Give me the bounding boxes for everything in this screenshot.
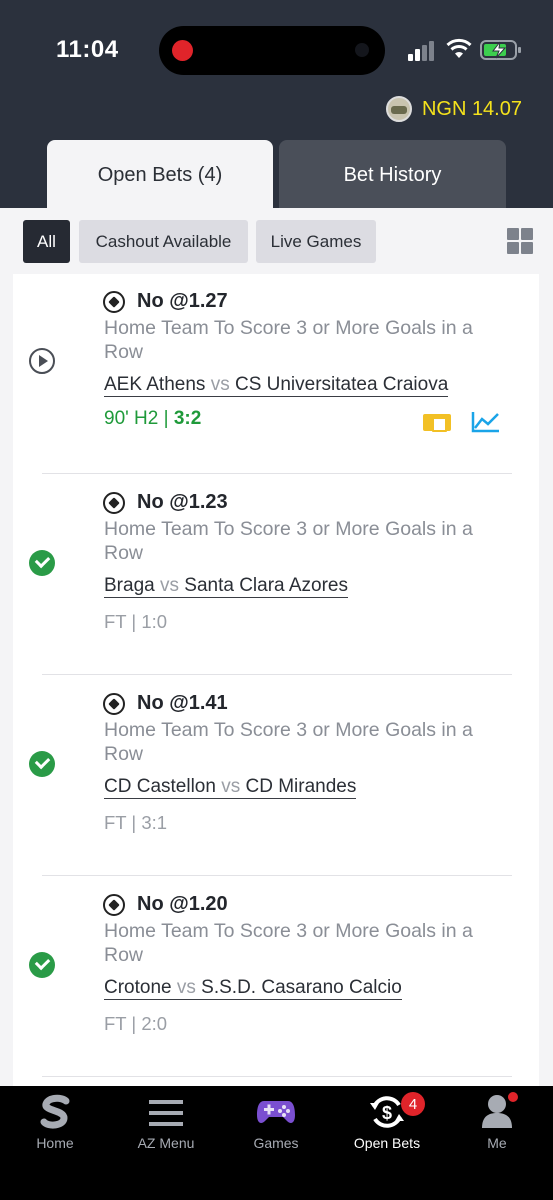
nav-az-menu[interactable]: AZ Menu [111,1086,221,1166]
gamepad-icon [257,1101,295,1123]
match-tracker-icon[interactable] [423,414,451,432]
bet-item[interactable]: No @1.41 Home Team To Score 3 or More Go… [13,676,539,877]
nav-me[interactable]: Me [442,1086,552,1166]
nav-home-label: Home [36,1135,74,1151]
home-team[interactable]: Crotone [104,977,172,1000]
grid-view-icon[interactable] [507,228,533,254]
status-time: 11:04 [56,36,119,63]
cellular-signal-icon [408,41,434,61]
bet-pick: No @1.41 [137,692,228,714]
live-clock: 90' H2 | [104,408,169,429]
dynamic-island [159,26,385,75]
tab-bet-history[interactable]: Bet History [279,140,506,210]
match-result: FT | 2:0 [104,1013,168,1034]
home-team[interactable]: Braga [104,575,155,598]
tab-open-bets[interactable]: Open Bets (4) [47,140,273,210]
away-team[interactable]: Santa Clara Azores [184,575,348,598]
check-circle-icon [29,550,55,576]
svg-text:$: $ [382,1103,392,1123]
nav-az-menu-label: AZ Menu [137,1135,195,1151]
match-result: FT | 3:1 [104,812,168,833]
away-team[interactable]: CD Mirandes [245,776,357,799]
notification-dot [508,1092,518,1102]
away-team[interactable]: CS Universitatea Craiova [234,374,449,397]
bet-market: Home Team To Score 3 or More Goals in a … [104,920,473,966]
nav-me-label: Me [487,1135,507,1151]
filter-all-chip[interactable]: All [23,220,70,263]
match-teams[interactable]: Braga vs Santa Clara Azores [104,575,348,598]
stats-chart-icon[interactable] [471,410,501,434]
check-circle-icon [29,751,55,777]
bet-pick: No @1.23 [137,491,228,513]
nav-open-bets[interactable]: $ Open Bets [332,1086,442,1166]
vs-label: vs [176,977,196,998]
hamburger-menu-icon [149,1100,183,1126]
open-bets-icon: $ [370,1096,404,1128]
check-circle-icon [29,952,55,978]
account-balance[interactable]: NGN 14.07 [385,96,522,122]
soccer-ball-icon [103,492,125,514]
battery-charging-icon [480,40,521,60]
open-bets-count-badge: 4 [401,1092,425,1116]
avatar[interactable] [385,96,412,122]
home-team[interactable]: CD Castellon [104,776,216,799]
bet-market: Home Team To Score 3 or More Goals in a … [104,518,473,564]
nav-games-label: Games [253,1135,299,1151]
soccer-ball-icon [103,894,125,916]
nav-open-bets-label: Open Bets [353,1135,421,1151]
filter-live-games-chip[interactable]: Live Games [256,220,376,263]
divider [42,473,512,474]
nav-home[interactable]: Home [0,1086,110,1166]
wifi-icon [446,38,472,58]
bet-market: Home Team To Score 3 or More Goals in a … [104,317,473,363]
app-header: 11:04 NGN 14.07 Open Bets (4) Bet Histor… [0,0,553,210]
bet-pick: No @1.27 [137,290,228,312]
home-team[interactable]: AEK Athens [104,374,206,397]
away-team[interactable]: S.S.D. Casarano Calcio [201,977,402,1000]
sporty-logo-icon [40,1094,70,1129]
soccer-ball-icon [103,693,125,715]
match-result: FT | 1:0 [104,611,168,632]
live-match-status: 90' H2 | 3:2 [104,408,201,430]
match-teams[interactable]: AEK Athens vs CS Universitatea Craiova [104,374,449,397]
filter-bar: All Cashout Available Live Games [0,208,553,272]
bet-item[interactable]: No @1.20 Home Team To Score 3 or More Go… [13,877,539,1078]
vs-label: vs [210,374,230,395]
vs-label: vs [159,575,179,596]
bet-pick: No @1.20 [137,893,228,915]
play-icon[interactable] [29,348,55,374]
divider [42,674,512,675]
match-teams[interactable]: Crotone vs S.S.D. Casarano Calcio [104,977,402,1000]
bet-item[interactable]: No @1.27 Home Team To Score 3 or More Go… [13,274,539,475]
open-bets-panel: All Cashout Available Live Games No @1.2… [0,208,553,1086]
camera-icon [355,43,369,57]
bet-item[interactable]: No @1.23 Home Team To Score 3 or More Go… [13,475,539,676]
divider [42,1076,512,1077]
bet-market: Home Team To Score 3 or More Goals in a … [104,719,473,765]
recording-indicator-icon [172,40,193,61]
divider [42,875,512,876]
vs-label: vs [221,776,241,797]
balance-amount: NGN 14.07 [421,97,522,120]
match-teams[interactable]: CD Castellon vs CD Mirandes [104,776,357,799]
bet-list: No @1.27 Home Team To Score 3 or More Go… [13,274,539,1086]
nav-games[interactable]: Games [221,1086,331,1166]
soccer-ball-icon [103,291,125,313]
filter-cashout-available-chip[interactable]: Cashout Available [79,220,248,263]
live-score: 3:2 [173,408,202,429]
bottom-nav: Home AZ Menu Games $ Open Bets Me [0,1086,553,1200]
